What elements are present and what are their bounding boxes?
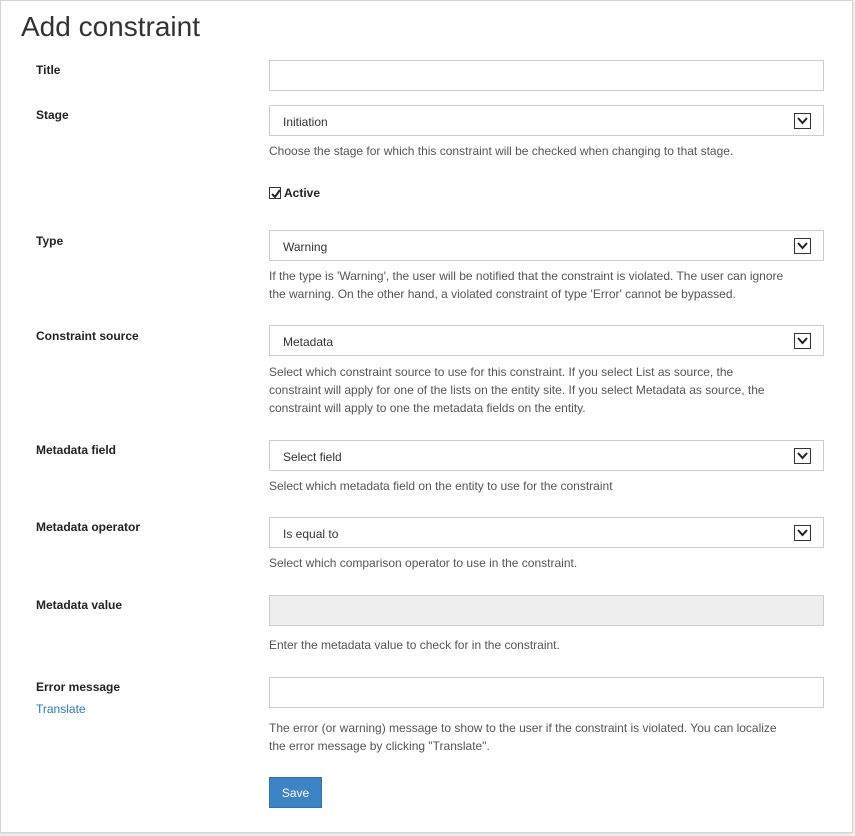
metadata-field-select-value: Select field (283, 450, 342, 464)
active-label: Active (284, 186, 321, 200)
chevron-down-icon (794, 448, 811, 464)
metadata-operator-select-value: Is equal to (283, 527, 339, 541)
checkmark-icon (271, 189, 281, 199)
metadata-value-input (269, 595, 824, 626)
active-checkbox-row[interactable]: Active (269, 186, 320, 200)
error-message-help-line-2: the error message by clicking "Translate… (269, 739, 490, 753)
stage-label: Stage (36, 108, 69, 122)
metadata-operator-help: Select which comparison operator to use … (269, 556, 578, 570)
stage-help: Choose the stage for which this constrai… (269, 144, 734, 158)
metadata-field-label: Metadata field (36, 443, 117, 457)
active-checkbox[interactable] (269, 187, 281, 199)
chevron-down-icon (794, 333, 811, 349)
type-help-line-1: If the type is 'Warning', the user will … (269, 269, 784, 283)
save-button[interactable]: Save (269, 777, 322, 808)
metadata-operator-label: Metadata operator (36, 520, 141, 534)
metadata-value-help: Enter the metadata value to check for in… (269, 638, 560, 652)
stage-select[interactable]: Initiation (269, 105, 824, 136)
error-message-label: Error message (36, 680, 121, 694)
constraint-source-label: Constraint source (36, 329, 139, 343)
type-select-value: Warning (283, 240, 328, 254)
metadata-operator-select[interactable]: Is equal to (269, 517, 824, 548)
title-input[interactable] (269, 60, 824, 91)
chevron-down-icon (794, 525, 811, 541)
chevron-down-icon (794, 238, 811, 254)
constraint-source-help-line-2: constraint will apply for one of the lis… (269, 383, 765, 397)
type-select[interactable]: Warning (269, 230, 824, 261)
metadata-value-label: Metadata value (36, 598, 123, 612)
stage-select-value: Initiation (283, 115, 328, 129)
chevron-down-icon (794, 113, 811, 129)
type-label: Type (36, 234, 64, 248)
error-message-help-line-1: The error (or warning) message to show t… (269, 721, 777, 735)
error-message-input[interactable] (269, 677, 824, 708)
constraint-source-help-line-1: Select which constraint source to use fo… (269, 365, 734, 379)
constraint-source-select[interactable]: Metadata (269, 325, 824, 356)
title-label: Title (36, 63, 61, 77)
add-constraint-panel: Add constraint Title Stage Initiation Ch… (0, 0, 853, 833)
metadata-field-help: Select which metadata field on the entit… (269, 479, 613, 493)
constraint-source-help-line-3: constraint will apply to one the metadat… (269, 401, 586, 415)
metadata-field-select[interactable]: Select field (269, 440, 824, 471)
translate-link[interactable]: Translate (36, 702, 86, 716)
type-help-line-2: the warning. On the other hand, a violat… (269, 287, 736, 301)
page-title: Add constraint (21, 11, 200, 42)
constraint-source-select-value: Metadata (283, 335, 334, 349)
